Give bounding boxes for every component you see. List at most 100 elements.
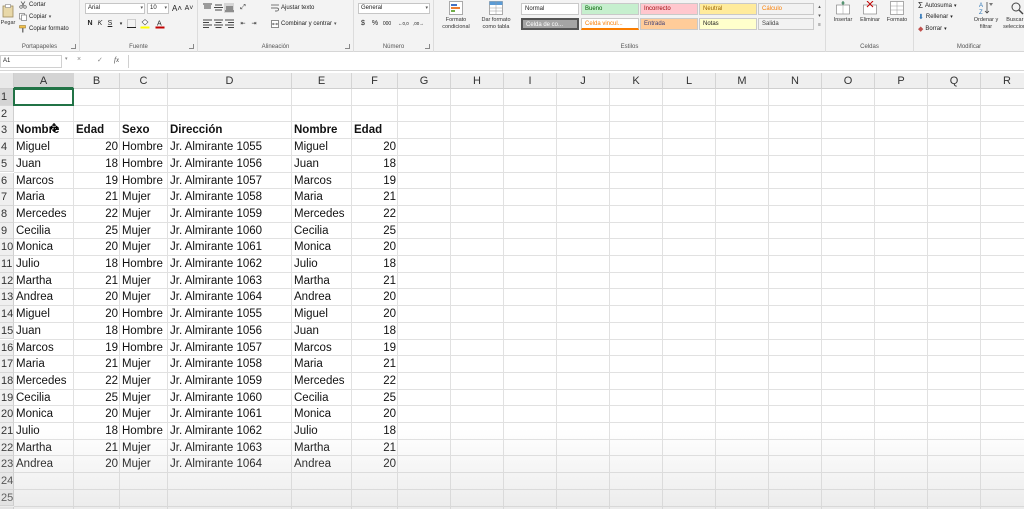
- align-center-button[interactable]: [213, 19, 223, 29]
- age-copy-cell[interactable]: 20: [352, 139, 398, 155]
- sex-cell[interactable]: Hombre: [120, 423, 168, 439]
- name-copy-cell[interactable]: Andrea: [292, 289, 352, 305]
- align-right-button[interactable]: [224, 19, 234, 29]
- sex-cell[interactable]: Hombre: [120, 256, 168, 272]
- name-cell[interactable]: Martha: [14, 440, 74, 456]
- fill-color-button[interactable]: [140, 19, 150, 29]
- format-button[interactable]: Formato: [884, 1, 910, 24]
- decrease-decimal-button[interactable]: ,00→: [413, 19, 424, 29]
- age-copy-cell[interactable]: 20: [352, 306, 398, 322]
- age-cell[interactable]: 22: [74, 206, 120, 222]
- style-linked-cell[interactable]: Celda vincul...: [581, 18, 639, 30]
- age-copy-cell[interactable]: 18: [352, 323, 398, 339]
- delete-button[interactable]: Eliminar: [857, 1, 883, 24]
- font-name-select[interactable]: Arial ▾: [85, 3, 145, 14]
- column-header-h[interactable]: H: [451, 73, 504, 89]
- italic-button[interactable]: K: [95, 19, 105, 29]
- row-header-18[interactable]: 18: [0, 372, 14, 390]
- cancel-icon[interactable]: ×: [77, 56, 81, 63]
- address-cell[interactable]: Jr. Almirante 1058: [168, 356, 292, 372]
- column-header-k[interactable]: K: [610, 73, 663, 89]
- column-header-n[interactable]: N: [769, 73, 822, 89]
- name-box[interactable]: A1: [0, 55, 62, 68]
- row-header-22[interactable]: 22: [0, 439, 14, 457]
- row-header-3[interactable]: 3: [0, 122, 14, 140]
- row-header-14[interactable]: 14: [0, 306, 14, 323]
- name-copy-cell[interactable]: Monica: [292, 239, 352, 255]
- column-header-m[interactable]: M: [716, 73, 769, 89]
- style-note[interactable]: Notas: [699, 18, 757, 30]
- orientation-button[interactable]: ⤢: [238, 3, 248, 13]
- name-copy-cell[interactable]: Mercedes: [292, 373, 352, 389]
- name-cell[interactable]: Andrea: [14, 289, 74, 305]
- age-cell[interactable]: 20: [74, 406, 120, 422]
- age-copy-cell[interactable]: 20: [352, 406, 398, 422]
- age-copy-cell[interactable]: 19: [352, 173, 398, 189]
- age-copy-cell[interactable]: 21: [352, 440, 398, 456]
- age-cell[interactable]: 18: [74, 423, 120, 439]
- column-header-i[interactable]: I: [504, 73, 557, 89]
- age-copy-cell[interactable]: 25: [352, 223, 398, 239]
- age-copy-cell[interactable]: 25: [352, 390, 398, 406]
- header-cell[interactable]: Nombre: [292, 122, 352, 138]
- merge-center-button[interactable]: Combinar y centrar ▾: [271, 20, 337, 28]
- bold-button[interactable]: N: [85, 19, 95, 29]
- column-header-q[interactable]: Q: [928, 73, 981, 89]
- row-header-1[interactable]: 1: [0, 89, 14, 106]
- row-header-19[interactable]: 19: [0, 389, 14, 407]
- font-size-select[interactable]: 10 ▾: [147, 3, 169, 14]
- name-cell[interactable]: Juan: [14, 323, 74, 339]
- row-header-23[interactable]: 23: [0, 456, 14, 474]
- name-cell[interactable]: Julio: [14, 256, 74, 272]
- underline-button[interactable]: S: [105, 19, 115, 29]
- row-header-8[interactable]: 8: [0, 205, 14, 223]
- style-calculation[interactable]: Cálculo: [758, 3, 814, 15]
- row-header-7[interactable]: 7: [0, 189, 14, 206]
- style-good[interactable]: Bueno: [581, 3, 639, 15]
- grow-font-button[interactable]: A˄: [172, 4, 182, 14]
- style-input[interactable]: Entrada: [640, 18, 698, 30]
- align-bottom-button[interactable]: [224, 3, 234, 13]
- font-color-button[interactable]: A: [155, 19, 165, 29]
- age-cell[interactable]: 22: [74, 373, 120, 389]
- age-copy-cell[interactable]: 21: [352, 356, 398, 372]
- name-copy-cell[interactable]: Andrea: [292, 456, 352, 472]
- number-launcher-icon[interactable]: [425, 44, 430, 49]
- name-cell[interactable]: Miguel: [14, 306, 74, 322]
- name-cell[interactable]: Mercedes: [14, 206, 74, 222]
- column-header-r[interactable]: R: [981, 73, 1024, 89]
- select-all-button[interactable]: [0, 73, 14, 89]
- row-header-5[interactable]: 5: [0, 155, 14, 173]
- style-check-cell[interactable]: Celda de co...: [521, 18, 579, 30]
- format-as-table-button[interactable]: Dar formato como tabla: [476, 1, 516, 31]
- cut-button[interactable]: Cortar: [19, 1, 46, 9]
- sex-cell[interactable]: Mujer: [120, 440, 168, 456]
- name-copy-cell[interactable]: Juan: [292, 156, 352, 172]
- age-cell[interactable]: 20: [74, 306, 120, 322]
- align-middle-button[interactable]: [213, 3, 223, 13]
- name-cell[interactable]: Martha: [14, 273, 74, 289]
- address-cell[interactable]: Jr. Almirante 1056: [168, 156, 292, 172]
- sex-cell[interactable]: Mujer: [120, 289, 168, 305]
- name-copy-cell[interactable]: Julio: [292, 423, 352, 439]
- chevron-down-icon[interactable]: ▾: [65, 56, 68, 62]
- percent-style-button[interactable]: %: [370, 19, 380, 29]
- alignment-launcher-icon[interactable]: [345, 44, 350, 49]
- name-cell[interactable]: Miguel: [14, 139, 74, 155]
- address-cell[interactable]: Jr. Almirante 1063: [168, 273, 292, 289]
- name-cell[interactable]: Mercedes: [14, 373, 74, 389]
- row-header-4[interactable]: 4: [0, 139, 14, 156]
- column-header-f[interactable]: F: [352, 73, 398, 89]
- age-copy-cell[interactable]: 18: [352, 256, 398, 272]
- borders-button[interactable]: [126, 19, 136, 29]
- name-copy-cell[interactable]: Julio: [292, 256, 352, 272]
- name-copy-cell[interactable]: Martha: [292, 440, 352, 456]
- column-header-p[interactable]: P: [875, 73, 928, 89]
- age-cell[interactable]: 18: [74, 156, 120, 172]
- name-cell[interactable]: Julio: [14, 423, 74, 439]
- age-copy-cell[interactable]: 22: [352, 206, 398, 222]
- header-cell[interactable]: Dirección: [168, 122, 292, 138]
- underline-dropdown[interactable]: ▾: [116, 19, 126, 29]
- age-copy-cell[interactable]: 18: [352, 156, 398, 172]
- worksheet-grid[interactable]: ABCDEFGHIJKLMNOPQR 1 2 3 4 5 6 7 8 9 10 11 12 13 14 15…: [0, 73, 1024, 509]
